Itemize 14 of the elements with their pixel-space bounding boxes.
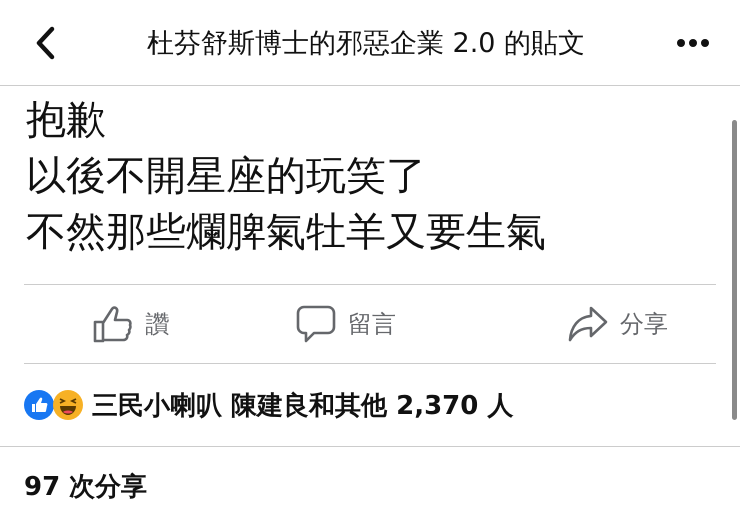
share-count[interactable]: 97 次分享 bbox=[24, 472, 148, 502]
like-reaction-icon bbox=[24, 390, 54, 420]
post-text: 不然那些爛脾氣牡羊又要生氣 bbox=[26, 208, 547, 257]
reaction-summary[interactable]: 三民小喇叭 陳建良和其他 2,370 人 bbox=[92, 388, 514, 422]
post-text: 抱歉 bbox=[26, 96, 107, 145]
scrollbar[interactable] bbox=[732, 120, 737, 420]
window-title: 杜芬舒斯博士的邪惡企業 2.0 的貼文 bbox=[146, 26, 586, 60]
share-button[interactable]: 分享 bbox=[453, 285, 716, 363]
comment-button[interactable]: 留言 bbox=[238, 285, 454, 363]
like-button[interactable]: 讚 bbox=[24, 285, 239, 363]
more-icon[interactable] bbox=[676, 38, 710, 48]
laughing-reaction-icon bbox=[53, 390, 83, 420]
post-text: 以後不開星座的玩笑了 bbox=[26, 152, 427, 201]
back-icon[interactable] bbox=[34, 26, 56, 60]
